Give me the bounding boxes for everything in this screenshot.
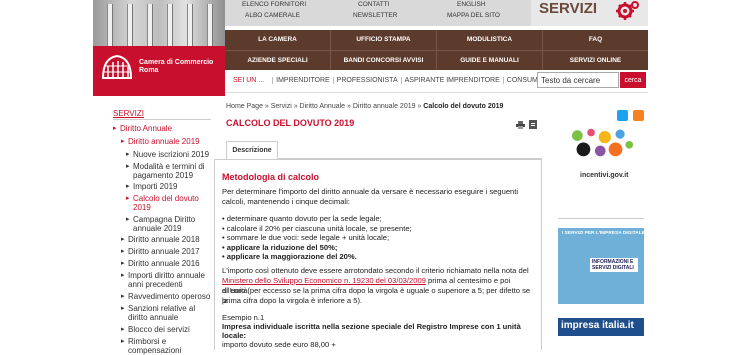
sidebar-item-diritto-2017[interactable]: ▸ Diritto annuale 2017 (121, 247, 200, 256)
sidebar-item-calcolo[interactable]: ▸ Calcolo del dovuto (126, 194, 199, 203)
sidebar-item-importi-prec[interactable]: ▸ Importi diritto annuale (121, 271, 205, 280)
print-icon[interactable] (516, 121, 525, 129)
nav-bandi-concorsi[interactable]: BANDI CONCORSI AVVISI (331, 51, 437, 70)
main-nav: LA CAMERA UFFICIO STAMPA MODULISTICA FAQ… (225, 30, 648, 70)
audience-imprenditore[interactable]: IMPRENDITORE (272, 76, 333, 84)
content-intro-line1: Per determinare l'importo del diritto an… (222, 187, 519, 196)
link-newsletter[interactable]: NEWSLETTER (353, 12, 397, 19)
incentivi-label[interactable]: incentivi.gov.it (580, 172, 629, 179)
servizi-label: SERVIZI (539, 0, 598, 17)
content-heading: Metodologia di calcolo (222, 172, 320, 182)
digital-banner-title: INFORMAZIONI E SERVIZI DIGITALI (590, 258, 638, 272)
nav-la-camera[interactable]: LA CAMERA (225, 30, 331, 50)
rss-icon[interactable] (633, 110, 644, 121)
twitter-icon[interactable] (617, 110, 628, 121)
audience-lead: SEI UN ... (233, 76, 265, 84)
link-albo-camerale[interactable]: ALBO CAMERALE (245, 12, 300, 19)
sidebar-item-modalita[interactable]: ▸ Modalità e termini di (126, 162, 205, 171)
incentivi-banner[interactable] (558, 128, 644, 170)
calc-step-3: sommare le due voci: sede legale + unità… (222, 233, 412, 243)
building-photo (93, 0, 225, 46)
breadcrumb[interactable]: Home Page » Servizi » Diritto Annuale » … (226, 103, 503, 110)
impresa-italia-label: impresa italia.it (561, 320, 634, 331)
pdf-icon[interactable] (529, 120, 537, 129)
page-title: CALCOLO DEL DOVUTO 2019 (226, 118, 355, 128)
sidebar-item-diritto-2018[interactable]: ▸ Diritto annuale 2018 (121, 235, 200, 244)
calc-step-4: applicare la riduzione del 50%; (222, 243, 412, 253)
example-line: importo dovuto sede euro 88,00 + (222, 340, 336, 349)
nav-faq[interactable]: FAQ (543, 30, 648, 50)
sidebar-item-importi-prec-cont[interactable]: anni precedenti (128, 280, 183, 289)
search-button[interactable]: cerca (620, 72, 646, 88)
audience-professionista[interactable]: PROFESSIONISTA (332, 76, 401, 84)
sidebar-item-campagna[interactable]: ▸ Campagna Diritto (126, 215, 195, 224)
logo-line2: Roma (139, 67, 159, 74)
sidebar-item-campagna-cont[interactable]: annuale 2019 (133, 224, 182, 233)
search-input[interactable] (537, 72, 619, 88)
nav-aziende-speciali[interactable]: AZIENDE SPECIALI (225, 51, 331, 70)
gear-icon (616, 1, 639, 20)
calc-steps-list: determinare quanto dovuto per la sede le… (222, 214, 412, 262)
link-contatti[interactable]: CONTATTI (358, 1, 390, 8)
mise-note-link[interactable]: Ministero dello Sviluppo Economico n. 19… (222, 276, 426, 285)
breadcrumb-current: Calcolo del dovuto 2019 (423, 103, 504, 110)
sidebar-title[interactable]: SERVIZI (113, 109, 144, 118)
nav-ufficio-stampa[interactable]: UFFICIO STAMPA (331, 30, 437, 50)
right-divider-1 (558, 218, 644, 219)
logo-line1: Camera di Commercio (139, 59, 214, 66)
nav-modulistica[interactable]: MODULISTICA (437, 30, 543, 50)
sidebar-item-rimborsi-cont[interactable]: compensazioni (128, 346, 181, 355)
logo[interactable]: Camera di Commercio Roma (93, 0, 225, 96)
sidebar-item-sanzioni-cont[interactable]: diritto annuale (128, 313, 178, 322)
link-mappa-del-sito[interactable]: MAPPA DEL SITO (447, 12, 500, 19)
sidebar-item-rimborsi[interactable]: ▸ Rimborsi e (121, 337, 166, 346)
link-english[interactable]: ENGLISH (457, 1, 486, 8)
sidebar-item-calcolo-cont[interactable]: 2019 (133, 203, 151, 212)
content-round-line1: L'importo così ottenuto deve essere arro… (222, 266, 529, 275)
calc-step-5: applicare la maggiorazione del 20%. (222, 252, 412, 262)
sidebar-item-sanzioni[interactable]: ▸ Sanzioni relative al (121, 304, 195, 313)
servizi-header[interactable]: SERVIZI (531, 0, 648, 26)
sidebar-item-nuove-iscrizioni[interactable]: ▸ Nuove iscrizioni 2019 (126, 150, 209, 159)
nav-servizi-online[interactable]: SERVIZI ONLINE (543, 51, 648, 70)
content-round-line4: prima cifra dopo la virgola è inferiore … (222, 296, 363, 305)
sidebar-item-diritto-2019[interactable]: ▸ Diritto annuale 2019 (121, 137, 200, 146)
header-divider (225, 92, 648, 93)
tab-descrizione[interactable]: Descrizione (226, 141, 278, 159)
colosseum-icon (101, 54, 133, 79)
sidebar-item-diritto-annuale[interactable]: ▸ Diritto Annuale (113, 124, 172, 133)
top-links: ELENCO FORNITORI CONTATTI ENGLISH ALBO C… (225, 0, 531, 26)
content-intro-line2: calcoli, mantenendo i cinque decimali: (222, 197, 350, 206)
sidebar-item-modalita-cont[interactable]: pagamento 2019 (133, 171, 193, 180)
audience-bar: SEI UN ... IMPRENDITORE PROFESSIONISTA A… (233, 73, 564, 87)
calc-step-1: determinare quanto dovuto per la sede le… (222, 214, 412, 224)
sidebar-item-importi-2019[interactable]: ▸ Importi 2019 (126, 182, 177, 191)
breadcrumb-path[interactable]: Home Page » Servizi » Diritto Annuale » … (226, 103, 423, 110)
link-elenco-fornitori[interactable]: ELENCO FORNITORI (242, 1, 306, 8)
sidebar-item-ravvedimento[interactable]: ▸ Ravvedimento operoso (121, 292, 210, 301)
nav-guide-manuali[interactable]: GUIDE E MANUALI (437, 51, 543, 70)
digital-banner-heading: I SERVIZI PER L'IMPRESA DIGITALE (562, 231, 645, 236)
sidebar-item-diritto-2016[interactable]: ▸ Diritto annuale 2016 (121, 259, 200, 268)
audience-aspirante[interactable]: ASPIRANTE IMPRENDITORE (400, 76, 503, 84)
sidebar-item-blocco[interactable]: ▸ Blocco dei servizi (121, 325, 190, 334)
calc-step-2: calcolare il 20% per ciascuna unità loca… (222, 224, 412, 234)
sidebar-divider (113, 119, 211, 120)
